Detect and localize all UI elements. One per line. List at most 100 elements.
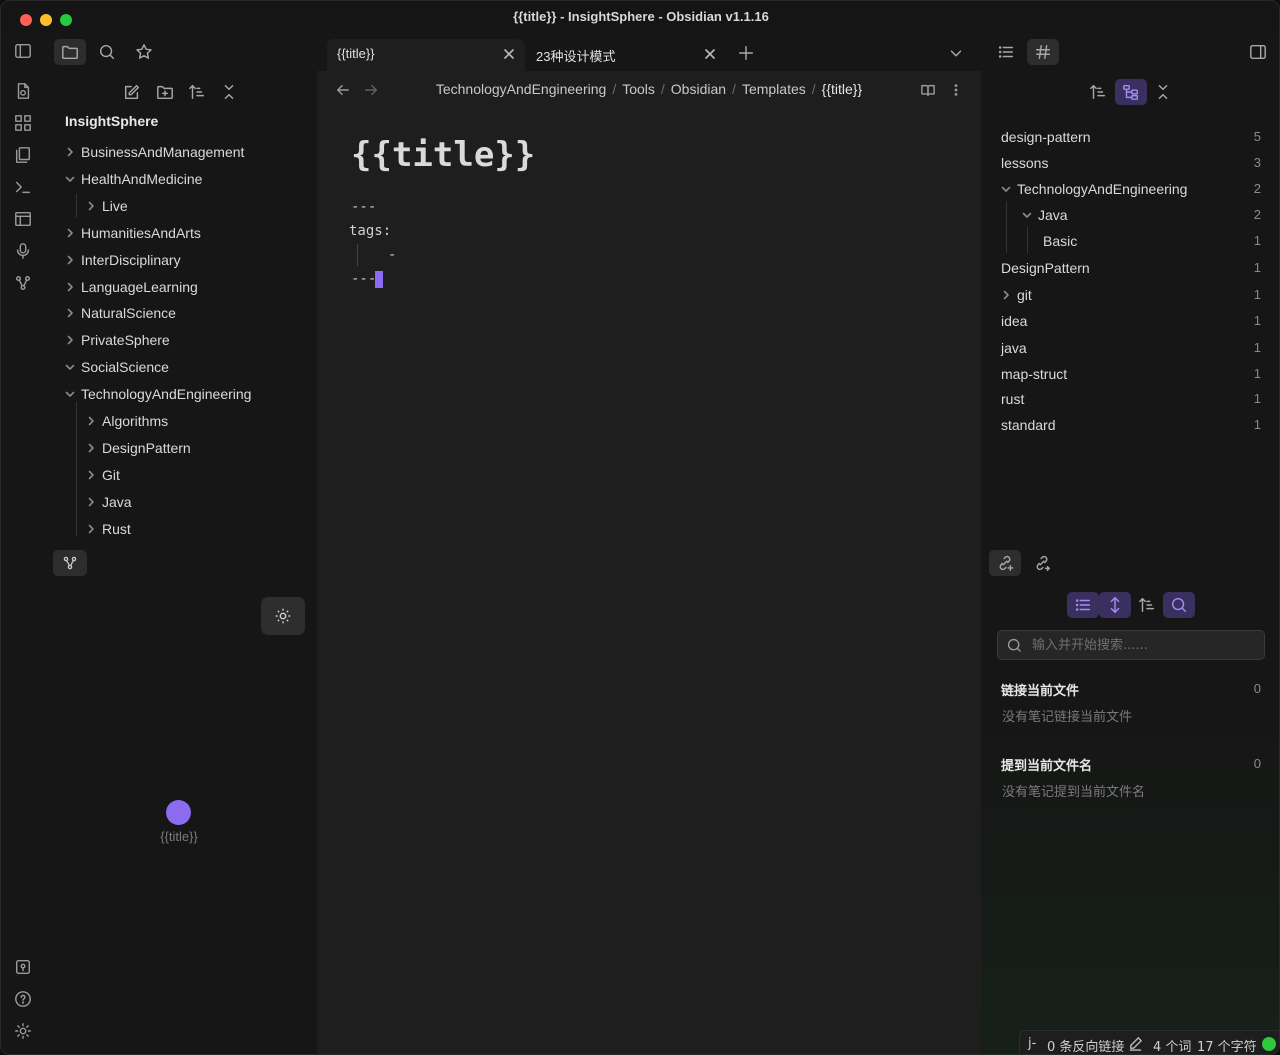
vault-name[interactable]: InsightSphere xyxy=(65,113,158,129)
close-tab-icon[interactable] xyxy=(702,46,718,62)
chevron-right-icon[interactable] xyxy=(85,409,97,433)
chevron-down-icon[interactable] xyxy=(64,355,76,379)
frontmatter-line[interactable]: --- xyxy=(351,199,376,215)
search-filter-icon[interactable] xyxy=(1163,592,1195,618)
more-options-icon[interactable] xyxy=(947,81,965,99)
tag-item[interactable]: rust xyxy=(1001,387,1024,411)
frontmatter-line[interactable]: --- xyxy=(351,271,376,287)
sync-status-indicator[interactable] xyxy=(1262,1037,1276,1051)
chevron-down-icon[interactable] xyxy=(1000,177,1012,201)
folder-item[interactable]: HealthAndMedicine xyxy=(81,167,202,191)
chevron-right-icon[interactable] xyxy=(64,275,76,299)
open-vault-icon[interactable] xyxy=(13,957,33,977)
chevron-right-icon[interactable] xyxy=(64,248,76,272)
collapse-results-icon[interactable] xyxy=(1067,592,1099,618)
breadcrumb-item[interactable]: Templates xyxy=(742,81,806,97)
file-explorer-tab-icon[interactable] xyxy=(54,39,86,65)
tag-item[interactable]: Java xyxy=(1038,203,1068,227)
chevron-right-icon[interactable] xyxy=(1000,283,1012,307)
status-mode[interactable]: j- xyxy=(1028,1036,1036,1051)
chevron-right-icon[interactable] xyxy=(85,517,97,541)
chevron-right-icon[interactable] xyxy=(64,140,76,164)
canvas-icon[interactable] xyxy=(13,113,33,133)
folder-item[interactable]: PrivateSphere xyxy=(81,328,170,352)
local-graph-tab-icon[interactable] xyxy=(53,550,87,576)
frontmatter-line[interactable]: tags: xyxy=(349,223,391,239)
sort-icon[interactable] xyxy=(186,81,208,103)
folder-item[interactable]: SocialScience xyxy=(81,355,169,379)
breadcrumb-current[interactable]: {{title}} xyxy=(822,81,863,97)
show-more-context-icon[interactable] xyxy=(1099,592,1131,618)
edit-mode-icon[interactable] xyxy=(1128,1036,1143,1051)
note-title[interactable]: {{title}} xyxy=(351,135,535,175)
toggle-left-sidebar-icon[interactable] xyxy=(13,41,33,61)
new-folder-icon[interactable] xyxy=(154,81,176,103)
breadcrumb-item[interactable]: Tools xyxy=(622,81,655,97)
tags-sort-icon[interactable] xyxy=(1082,79,1114,105)
tag-item[interactable]: map-struct xyxy=(1001,362,1067,386)
graph-node[interactable] xyxy=(166,800,191,825)
backlinks-search-box[interactable] xyxy=(997,630,1265,660)
open-quick-switcher-icon[interactable] xyxy=(13,81,33,101)
graph-settings-icon[interactable] xyxy=(261,597,305,635)
tag-item[interactable]: DesignPattern xyxy=(1001,256,1090,280)
tags-tab-icon[interactable] xyxy=(1027,39,1059,65)
bookmarks-tab-icon[interactable] xyxy=(128,39,160,65)
close-tab-icon[interactable] xyxy=(501,46,517,62)
tab-title[interactable]: {{title}} xyxy=(327,39,525,71)
help-icon[interactable] xyxy=(13,989,33,1009)
folder-item[interactable]: Git xyxy=(102,463,120,487)
status-backlinks[interactable]: 0 条反向链接 xyxy=(1047,1036,1124,1054)
unlinked-mentions-heading[interactable]: 提到当前文件名 xyxy=(1001,755,1092,774)
folder-item[interactable]: BusinessAndManagement xyxy=(81,140,244,164)
chevron-right-icon[interactable] xyxy=(64,221,76,245)
new-tab-icon[interactable] xyxy=(736,43,756,63)
folder-item[interactable]: TechnologyAndEngineering xyxy=(81,382,251,406)
search-tab-icon[interactable] xyxy=(91,39,123,65)
workspace-layout-icon[interactable] xyxy=(13,209,33,229)
chevron-right-icon[interactable] xyxy=(85,436,97,460)
tag-item[interactable]: java xyxy=(1001,336,1027,360)
folder-item[interactable]: Rust xyxy=(102,517,131,541)
tag-item[interactable]: Basic xyxy=(1043,229,1077,253)
chevron-right-icon[interactable] xyxy=(64,301,76,325)
chevron-right-icon[interactable] xyxy=(85,463,97,487)
outgoing-links-tab-icon[interactable] xyxy=(1026,550,1058,576)
command-palette-icon[interactable] xyxy=(13,177,33,197)
tag-item[interactable]: idea xyxy=(1001,309,1027,333)
chevron-right-icon[interactable] xyxy=(85,490,97,514)
nested-tags-icon[interactable] xyxy=(1115,79,1147,105)
graph-view-icon[interactable] xyxy=(13,273,33,293)
reading-view-icon[interactable] xyxy=(919,81,937,99)
folder-item[interactable]: NaturalScience xyxy=(81,301,176,325)
tab-design-patterns[interactable]: 23种设计模式 xyxy=(526,39,726,71)
folder-item[interactable]: Java xyxy=(102,490,132,514)
folder-item[interactable]: LanguageLearning xyxy=(81,275,198,299)
folder-item[interactable]: Algorithms xyxy=(102,409,168,433)
folder-item[interactable]: Live xyxy=(102,194,128,218)
tag-item[interactable]: design-pattern xyxy=(1001,125,1091,149)
collapse-all-icon[interactable] xyxy=(218,81,240,103)
chevron-right-icon[interactable] xyxy=(64,328,76,352)
backlinks-sort-icon[interactable] xyxy=(1131,592,1163,618)
backlinks-tab-icon[interactable] xyxy=(989,550,1021,576)
tag-item[interactable]: TechnologyAndEngineering xyxy=(1017,177,1187,201)
folder-item[interactable]: InterDisciplinary xyxy=(81,248,181,272)
tab-list-chevron-down-icon[interactable] xyxy=(946,43,966,63)
tag-item[interactable]: git xyxy=(1017,283,1032,307)
tag-item[interactable]: standard xyxy=(1001,413,1055,437)
templates-icon[interactable] xyxy=(13,145,33,165)
settings-icon[interactable] xyxy=(13,1021,33,1041)
chevron-down-icon[interactable] xyxy=(1021,203,1033,227)
audio-recorder-icon[interactable] xyxy=(13,241,33,261)
toggle-right-sidebar-icon[interactable] xyxy=(1242,39,1274,65)
tags-collapse-all-icon[interactable] xyxy=(1147,79,1179,105)
chevron-right-icon[interactable] xyxy=(85,194,97,218)
backlinks-search-input[interactable] xyxy=(1032,635,1257,655)
breadcrumb-item[interactable]: TechnologyAndEngineering xyxy=(436,81,606,97)
frontmatter-line[interactable]: - xyxy=(371,247,396,263)
tag-item[interactable]: lessons xyxy=(1001,151,1048,175)
new-note-icon[interactable] xyxy=(121,81,143,103)
folder-item[interactable]: DesignPattern xyxy=(102,436,191,460)
breadcrumb-item[interactable]: Obsidian xyxy=(671,81,726,97)
